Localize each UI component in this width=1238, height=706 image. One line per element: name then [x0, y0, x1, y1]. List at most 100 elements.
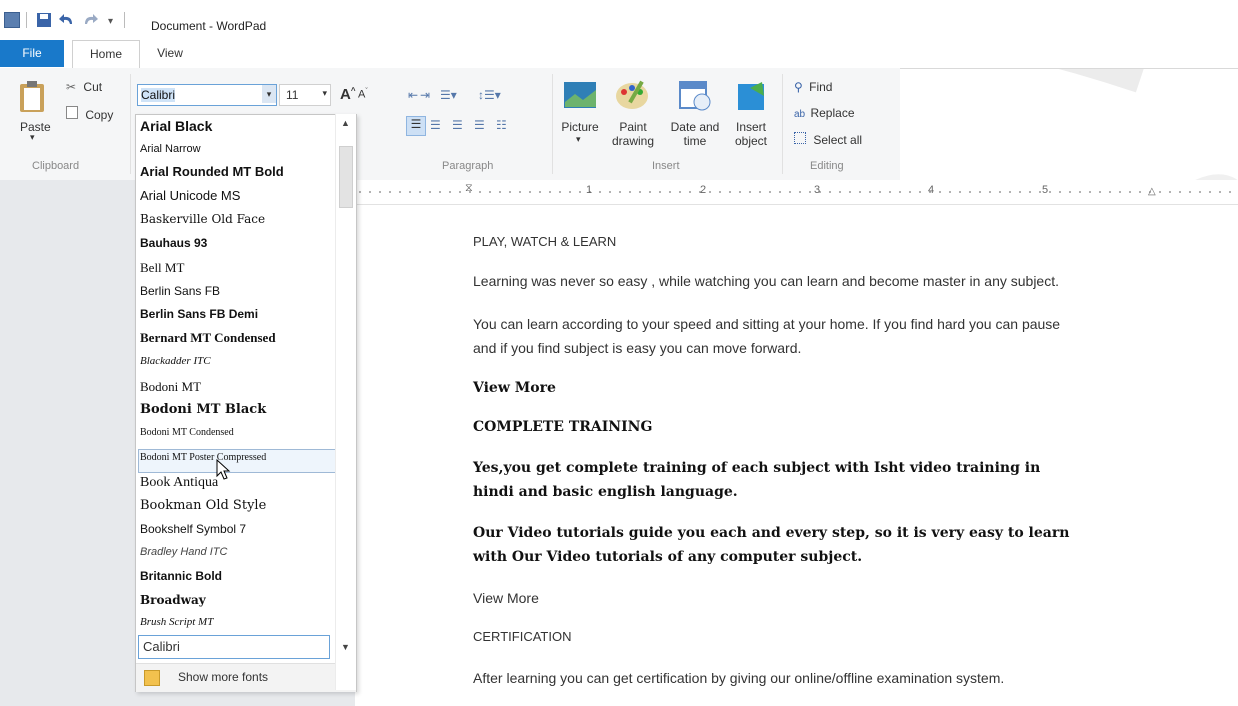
picture-button[interactable]: [563, 80, 597, 113]
divider: [130, 74, 131, 174]
ruler-ticks: [355, 191, 1238, 193]
font-item[interactable]: Blackadder ITC: [140, 355, 211, 367]
save-icon[interactable]: [36, 12, 51, 27]
scroll-down-icon[interactable]: ▼: [341, 642, 350, 652]
font-item[interactable]: Bodoni MT Poster Compressed: [140, 452, 266, 463]
paragraph-settings-icon[interactable]: ☷: [496, 118, 507, 132]
font-item[interactable]: Bell MT: [140, 260, 184, 276]
ruler-mark: 5: [1042, 184, 1049, 196]
select-all-label: Select all: [813, 133, 863, 147]
paste-icon: [20, 81, 44, 112]
font-item[interactable]: Bodoni MT Condensed: [140, 427, 234, 438]
font-item[interactable]: Bauhaus 93: [140, 236, 207, 250]
font-item[interactable]: Bernard MT Condensed: [140, 330, 276, 346]
cut-button[interactable]: ✂ Cut: [66, 80, 102, 94]
font-size-box[interactable]: 11 ▾: [279, 84, 331, 106]
divider: [782, 74, 783, 174]
indent-icons[interactable]: ⇤⇥: [408, 88, 432, 102]
font-item[interactable]: Berlin Sans FB Demi: [140, 307, 258, 321]
mouse-pointer-icon: [216, 459, 231, 480]
font-item[interactable]: Broadway: [140, 593, 206, 607]
font-item[interactable]: Bodoni MT: [140, 379, 201, 395]
font-name-dropdown-icon[interactable]: ▾: [262, 85, 276, 103]
copy-button[interactable]: Copy: [66, 106, 113, 122]
copy-label: Copy: [85, 108, 114, 122]
first-line-indent-marker[interactable]: ⧖: [465, 182, 473, 195]
insert-object-label-2[interactable]: object: [726, 134, 776, 148]
font-item[interactable]: Arial Rounded MT Bold: [140, 164, 284, 179]
title-bar: ▾ Document - WordPad: [0, 0, 1238, 40]
paste-button[interactable]: [18, 80, 48, 117]
window-title: Document - WordPad: [151, 19, 267, 33]
date-time-label-1[interactable]: Date and: [664, 120, 726, 134]
tab-view[interactable]: View: [145, 40, 195, 67]
palette-icon: [616, 80, 648, 109]
shrink-font-icon[interactable]: Aˇ: [358, 88, 368, 101]
show-more-fonts-button[interactable]: Show more fonts: [136, 663, 356, 692]
justify-icon[interactable]: ☰: [474, 118, 485, 132]
font-item[interactable]: Berlin Sans FB: [140, 284, 220, 298]
line-spacing-icon[interactable]: ↕☰▾: [478, 88, 501, 102]
picture-dropdown-icon[interactable]: ▾: [576, 134, 581, 145]
align-right-icon[interactable]: ☰: [452, 118, 463, 132]
font-item[interactable]: Bookshelf Symbol 7: [140, 522, 246, 536]
scroll-up-icon[interactable]: ▲: [341, 118, 350, 128]
paint-label-1[interactable]: Paint: [606, 120, 660, 134]
font-name-box[interactable]: Calibri: [137, 84, 277, 106]
paste-label[interactable]: Paste: [20, 120, 51, 134]
tab-file[interactable]: File: [0, 40, 64, 67]
date-time-button[interactable]: [678, 78, 712, 115]
doc-paragraph: You can learn according to your speed an…: [473, 316, 1061, 332]
font-item[interactable]: Arial Unicode MS: [140, 188, 240, 203]
font-item[interactable]: Arial Narrow: [140, 143, 201, 155]
ruler[interactable]: ⧖ 1 2 3 4 5 △: [355, 180, 1238, 205]
insert-group-label: Insert: [652, 160, 680, 172]
font-item[interactable]: Bookman Old Style: [140, 498, 266, 513]
font-name-value: Calibri: [141, 88, 176, 102]
paint-label-2[interactable]: drawing: [606, 134, 660, 148]
right-indent-marker[interactable]: △: [1148, 186, 1156, 197]
insert-object-button[interactable]: [734, 78, 768, 115]
grow-font-icon[interactable]: A^: [340, 86, 356, 103]
replace-button[interactable]: ab Replace: [794, 106, 855, 120]
insert-object-label-1[interactable]: Insert: [726, 120, 776, 134]
document-page[interactable]: [355, 180, 1238, 706]
redo-icon[interactable]: [82, 12, 98, 26]
customize-toolbar-icon[interactable]: ▾: [108, 16, 113, 27]
paint-drawing-button[interactable]: [614, 78, 650, 115]
date-time-label-2[interactable]: time: [664, 134, 726, 148]
font-size-dropdown-icon: ▾: [322, 88, 327, 98]
scrollbar-thumb[interactable]: [339, 146, 353, 208]
font-item[interactable]: Brush Script MT: [140, 616, 213, 628]
font-list-scrollbar[interactable]: ▲ ▼: [335, 114, 356, 690]
font-item[interactable]: Bodoni MT Black: [140, 402, 266, 417]
font-item[interactable]: Baskerville Old Face: [140, 212, 265, 226]
align-left-icon[interactable]: ☰: [406, 116, 426, 136]
list-icon[interactable]: ☰▾: [440, 88, 457, 102]
tab-home[interactable]: Home: [72, 40, 140, 69]
ruler-mark: 2: [700, 184, 707, 196]
picture-label[interactable]: Picture: [558, 120, 602, 134]
clipboard-group-label: Clipboard: [32, 160, 80, 172]
replace-label: Replace: [810, 106, 855, 120]
doc-heading: PLAY, WATCH & LEARN: [473, 234, 617, 249]
font-item[interactable]: Arial Black: [140, 118, 212, 134]
divider: [552, 74, 553, 174]
doc-paragraph: Learning was never so easy , while watch…: [473, 273, 1059, 289]
font-item[interactable]: Bradley Hand ITC: [140, 546, 227, 558]
select-all-button[interactable]: Select all: [794, 132, 862, 147]
undo-icon[interactable]: [58, 12, 72, 26]
font-search-input[interactable]: Calibri: [138, 635, 330, 659]
copy-icon: [66, 106, 78, 119]
font-item[interactable]: Book Antiqua: [140, 475, 218, 491]
align-center-icon[interactable]: ☰: [430, 118, 441, 132]
font-size-value: 11: [286, 88, 299, 102]
doc-paragraph: After learning you can get certification…: [473, 670, 1005, 686]
picture-icon: [564, 82, 596, 108]
find-button[interactable]: ⚲ Find: [794, 80, 832, 94]
font-dropdown-list[interactable]: Arial Black Arial Narrow Arial Rounded M…: [135, 114, 357, 692]
doc-link: View More: [473, 380, 556, 396]
wordpad-app-icon[interactable]: [4, 12, 20, 28]
font-item[interactable]: Britannic Bold: [140, 569, 222, 583]
paste-dropdown-icon[interactable]: ▾: [30, 132, 35, 143]
